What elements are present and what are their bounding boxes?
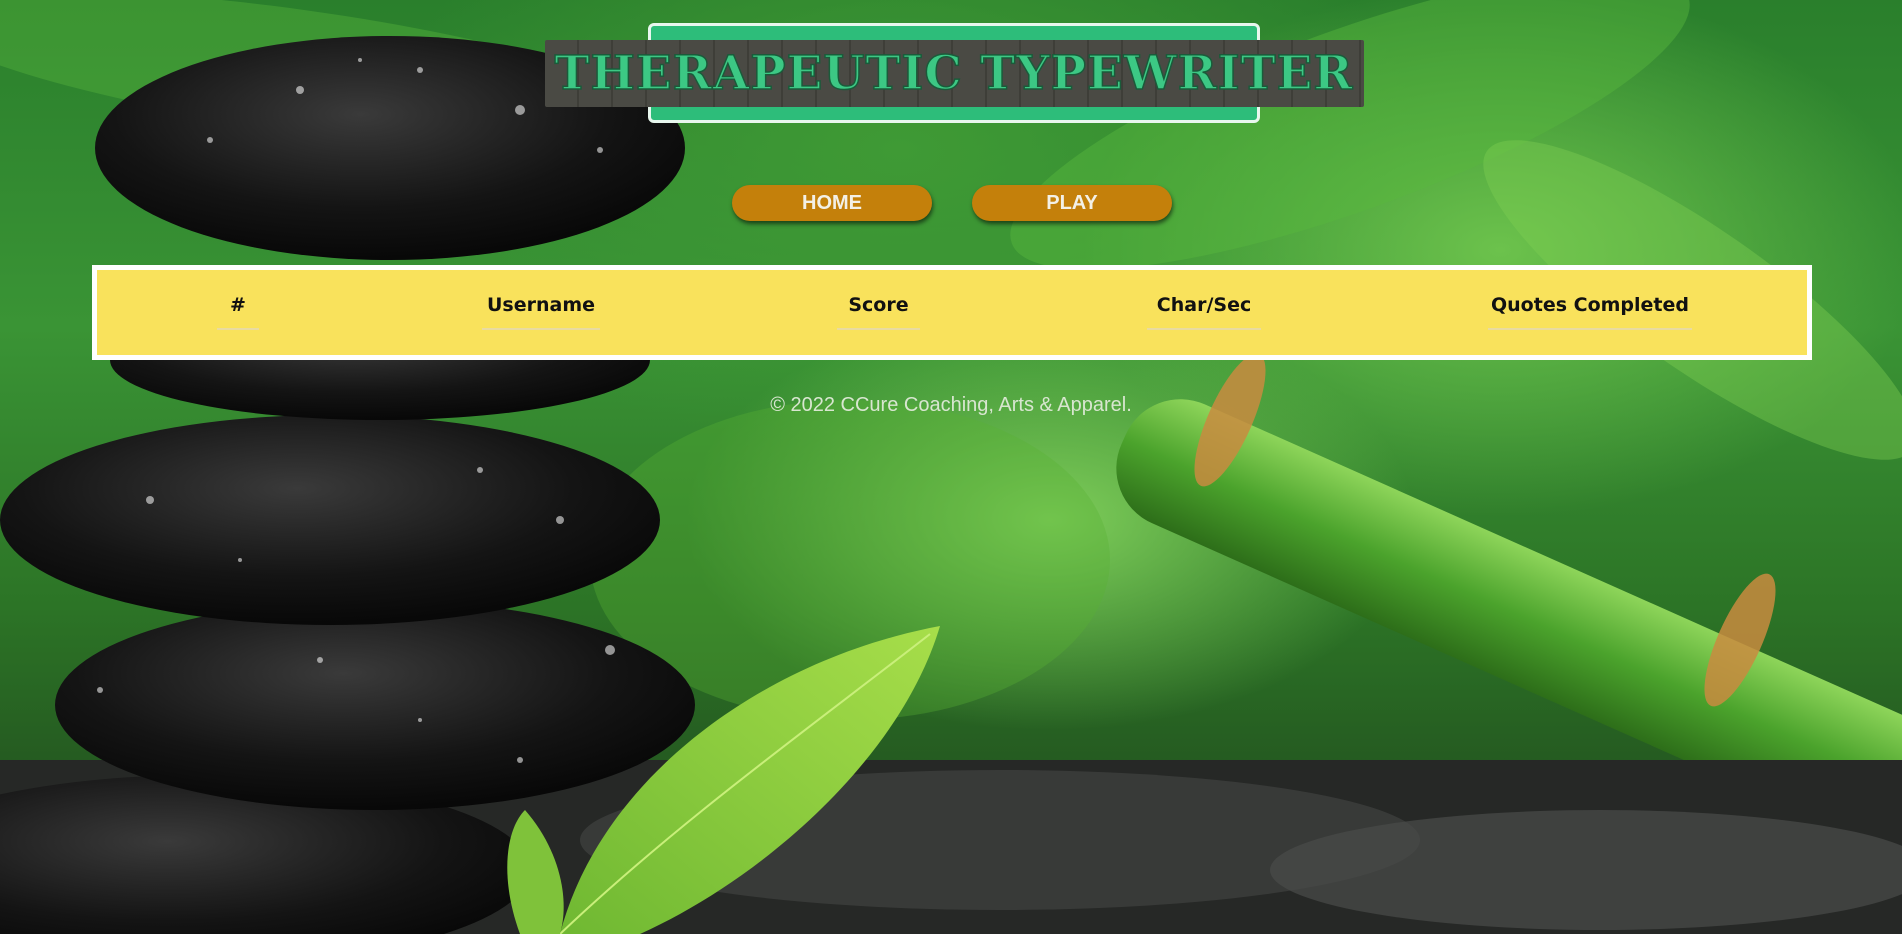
site-logo[interactable]: THERAPEUTIC TYPEWRITER — [544, 23, 1364, 123]
column-divider — [482, 328, 600, 330]
site-title: THERAPEUTIC TYPEWRITER — [544, 39, 1364, 107]
column-header-label: Char/Sec — [1156, 294, 1252, 316]
column-header-username: Username — [482, 294, 600, 340]
leaderboard-header-row: # Username Score Char/Sec Quotes Complet… — [97, 270, 1807, 355]
background-image — [0, 0, 1902, 934]
column-divider — [1488, 328, 1692, 330]
column-header-label: Score — [848, 294, 909, 316]
column-divider — [837, 328, 920, 330]
column-header-label: # — [230, 294, 246, 316]
column-header-char-per-sec: Char/Sec — [1147, 294, 1261, 340]
main-nav: HOME PLAY — [0, 185, 1902, 221]
column-header-label: Quotes Completed — [1491, 294, 1689, 316]
column-header-score: Score — [837, 294, 920, 340]
home-button[interactable]: HOME — [732, 185, 932, 221]
play-button[interactable]: PLAY — [972, 185, 1172, 221]
column-header-quotes-completed: Quotes Completed — [1488, 294, 1692, 340]
column-header-rank: # — [217, 294, 259, 340]
leaderboard-table: # Username Score Char/Sec Quotes Complet… — [92, 265, 1812, 360]
column-header-label: Username — [486, 294, 596, 316]
column-divider — [217, 328, 259, 330]
footer-copyright: © 2022 CCure Coaching, Arts & Apparel. — [770, 394, 1132, 416]
column-divider — [1147, 328, 1261, 330]
